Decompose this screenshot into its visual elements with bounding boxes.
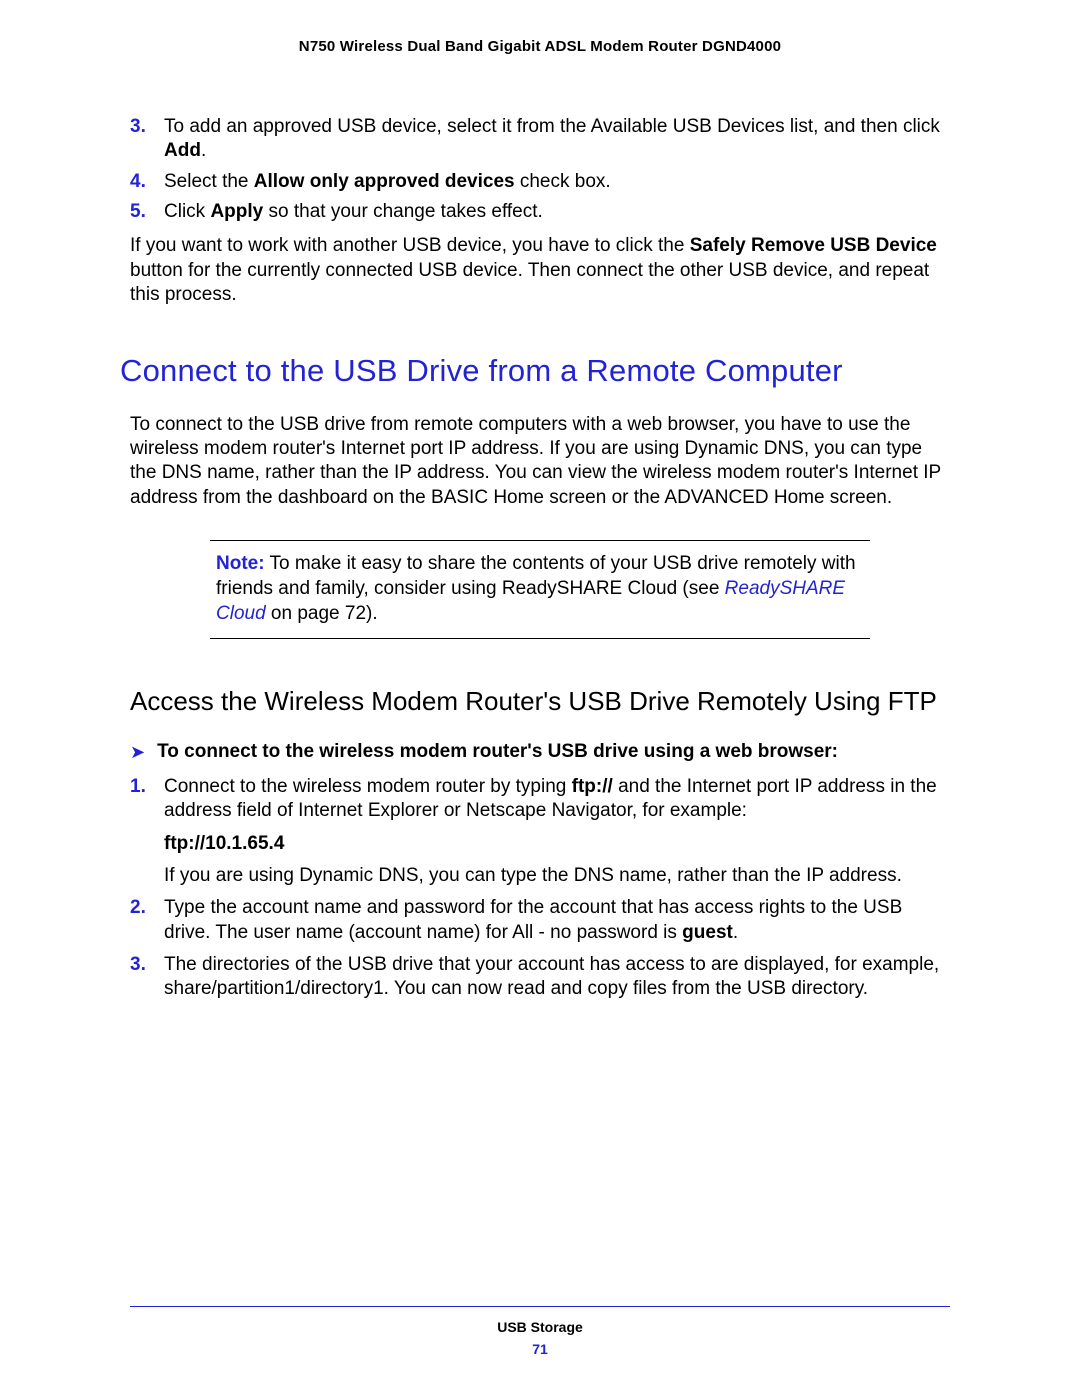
note-rule-bottom — [210, 638, 870, 639]
text: Click — [164, 201, 210, 222]
footer-section-title: USB Storage — [130, 1319, 950, 1335]
paragraph-intro: To connect to the USB drive from remote … — [130, 413, 950, 510]
procedure-steps: 1. Connect to the wireless modem router … — [130, 775, 950, 1002]
note-block: Note: To make it easy to share the conte… — [210, 540, 870, 639]
text: so that your change takes effect. — [263, 201, 543, 222]
step-text: To add an approved USB device, select it… — [164, 115, 950, 164]
document-page: N750 Wireless Dual Band Gigabit ADSL Mod… — [0, 0, 1080, 1397]
ui-label-safely-remove: Safely Remove USB Device — [690, 235, 937, 256]
ftp-scheme: ftp:// — [572, 776, 613, 797]
step-4: 4. Select the Allow only approved device… — [130, 170, 950, 194]
text: Connect to the wireless modem router by … — [164, 776, 572, 797]
ui-label-allow-approved: Allow only approved devices — [254, 171, 515, 192]
step-number: 2. — [130, 896, 164, 945]
step-text: Select the Allow only approved devices c… — [164, 170, 950, 194]
paragraph-safely-remove: If you want to work with another USB dev… — [130, 234, 950, 307]
proc-step-2: 2. Type the account name and password fo… — [130, 896, 950, 945]
proc-step-1: 1. Connect to the wireless modem router … — [130, 775, 950, 888]
procedure-lead: ➤ To connect to the wireless modem route… — [130, 740, 950, 765]
text: . — [201, 140, 206, 161]
step-text: The directories of the USB drive that yo… — [164, 953, 950, 1002]
ui-label-guest: guest — [682, 922, 733, 943]
text: If you want to work with another USB dev… — [130, 235, 690, 256]
ui-label-add: Add — [164, 140, 201, 161]
text: button for the currently connected USB d… — [130, 260, 929, 305]
page-footer: USB Storage 71 — [130, 1306, 950, 1357]
footer-page-number: 71 — [130, 1341, 950, 1357]
text: on page 72). — [266, 603, 378, 624]
procedure-title: To connect to the wireless modem router'… — [157, 740, 838, 764]
document-header: N750 Wireless Dual Band Gigabit ADSL Mod… — [130, 38, 950, 55]
text: If you are using Dynamic DNS, you can ty… — [164, 864, 950, 888]
step-number: 1. — [130, 775, 164, 888]
text: check box. — [515, 171, 611, 192]
footer-rule — [130, 1306, 950, 1307]
ftp-url-example: ftp://10.1.65.4 — [164, 832, 950, 856]
step-number: 5. — [130, 200, 164, 224]
heading-access-ftp: Access the Wireless Modem Router's USB D… — [130, 685, 950, 718]
step-3: 3. To add an approved USB device, select… — [130, 115, 950, 164]
step-text: Click Apply so that your change takes ef… — [164, 200, 950, 224]
text: Type the account name and password for t… — [164, 897, 902, 942]
text: Select the — [164, 171, 254, 192]
note-body: Note: To make it easy to share the conte… — [210, 541, 870, 638]
proc-step-3: 3. The directories of the USB drive that… — [130, 953, 950, 1002]
text: To add an approved USB device, select it… — [164, 116, 940, 137]
note-label: Note: — [216, 553, 265, 574]
text: . — [733, 922, 738, 943]
heading-connect-usb-remote: Connect to the USB Drive from a Remote C… — [120, 351, 950, 391]
step-number: 3. — [130, 115, 164, 164]
document-body: 3. To add an approved USB device, select… — [130, 115, 950, 1002]
step-5: 5. Click Apply so that your change takes… — [130, 200, 950, 224]
arrow-icon: ➤ — [130, 740, 145, 765]
ui-label-apply: Apply — [210, 201, 263, 222]
step-number: 4. — [130, 170, 164, 194]
step-number: 3. — [130, 953, 164, 1002]
step-text: Type the account name and password for t… — [164, 896, 950, 945]
step-text: Connect to the wireless modem router by … — [164, 775, 950, 888]
